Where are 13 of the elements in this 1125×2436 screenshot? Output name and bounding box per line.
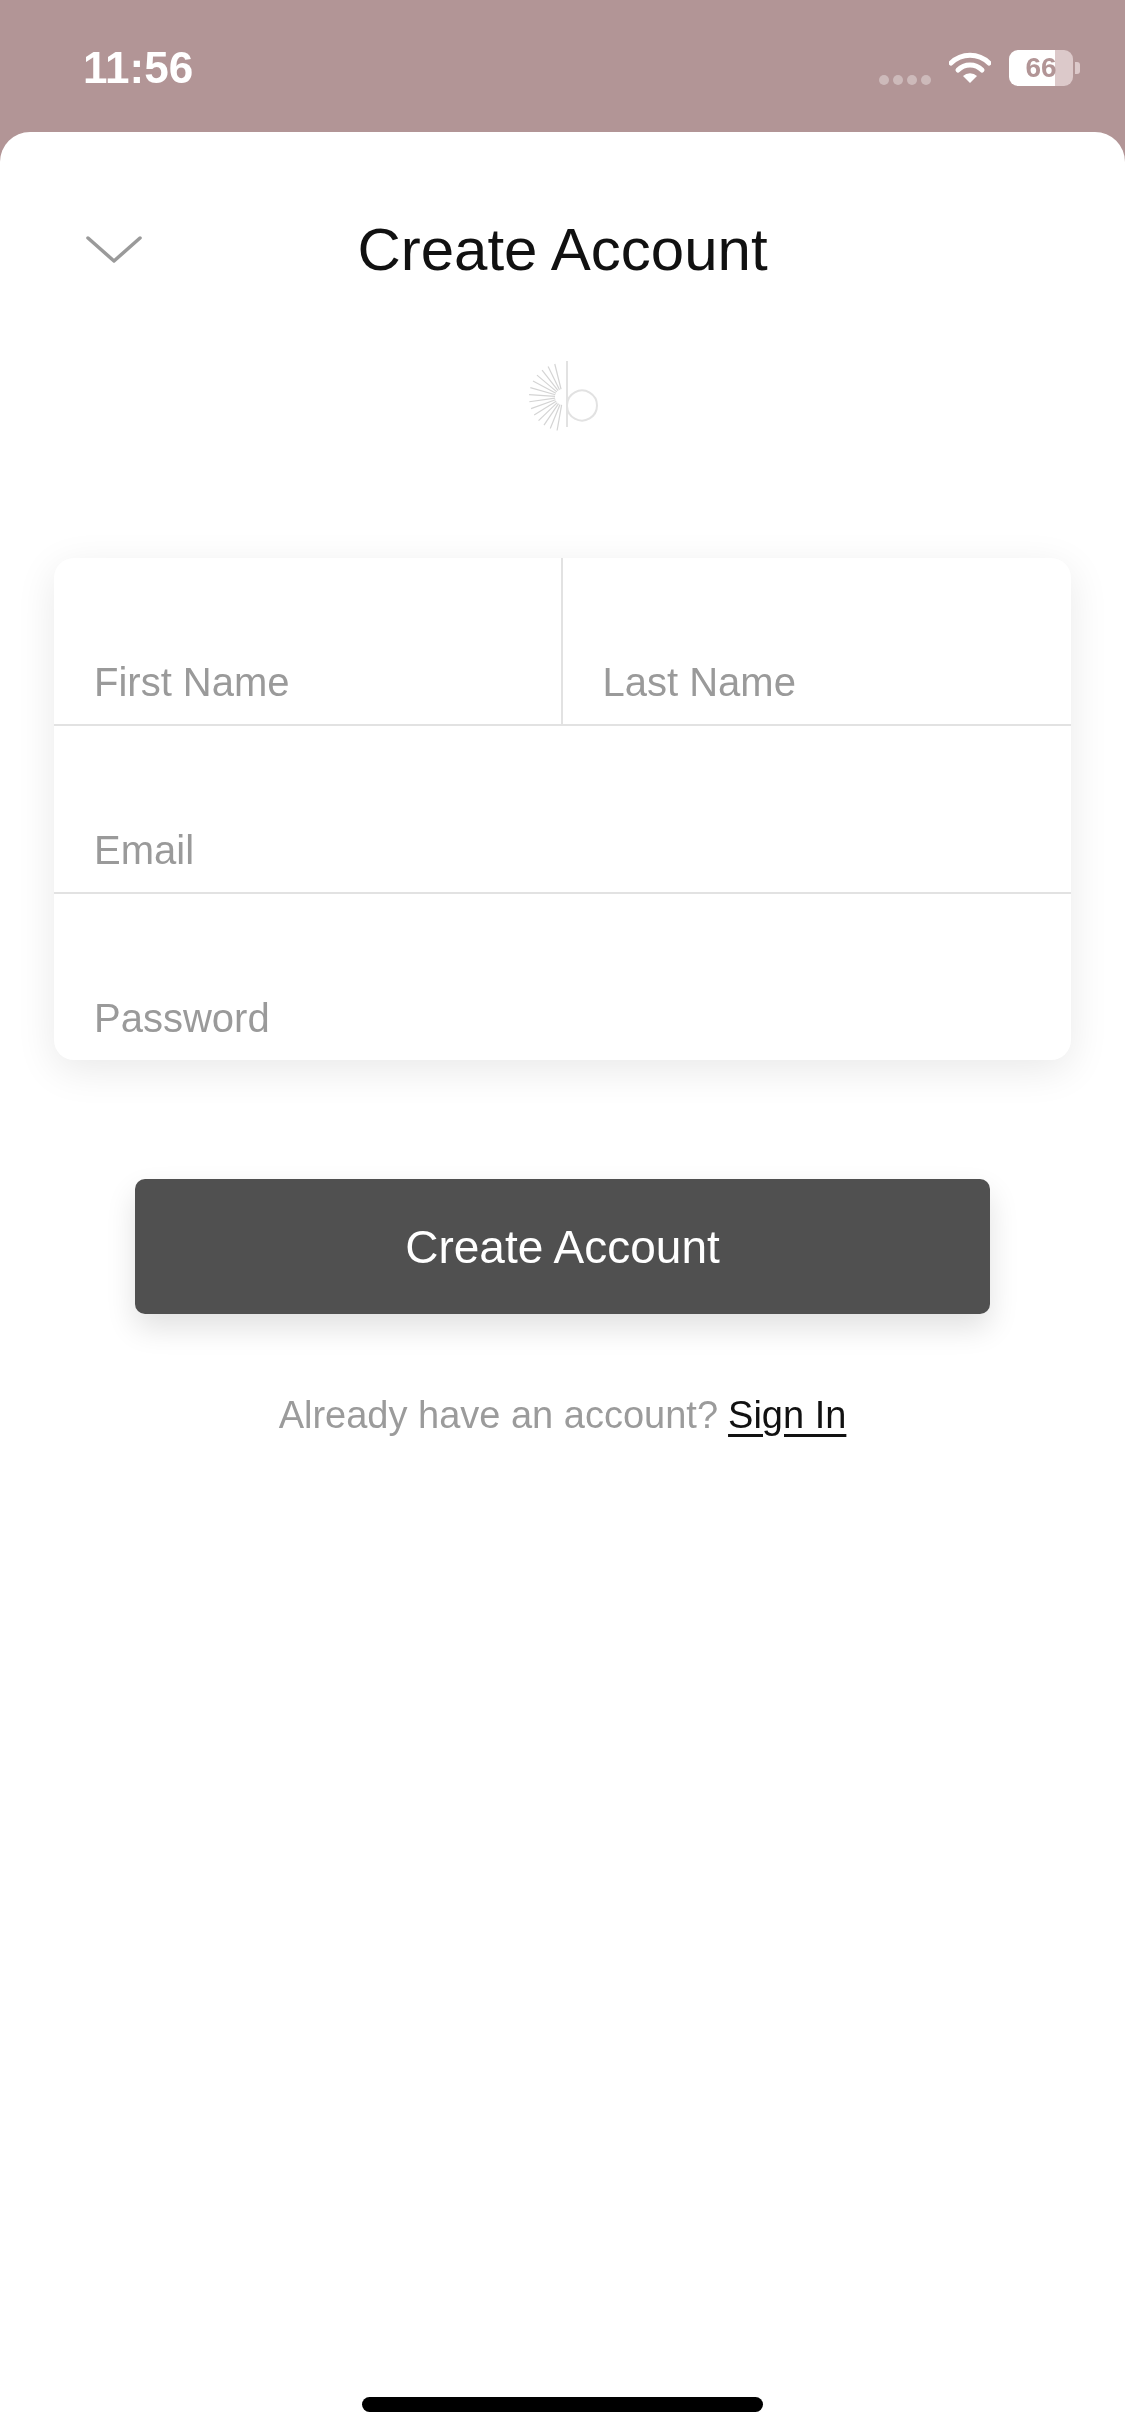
battery-indicator: 66 xyxy=(1009,50,1080,86)
signal-icon xyxy=(879,75,931,85)
input-field[interactable]: Last Name xyxy=(562,558,1071,724)
wifi-icon xyxy=(949,52,991,84)
input-field[interactable]: Email xyxy=(54,726,1071,892)
status-time: 11:56 xyxy=(83,44,194,92)
input-field[interactable]: Password xyxy=(54,894,1071,1060)
create-account-button[interactable]: Create Account xyxy=(135,1179,990,1314)
input-field[interactable]: First Name xyxy=(54,558,563,724)
page-title: Create Account xyxy=(357,215,768,285)
sign-in-link[interactable]: Sign In xyxy=(728,1392,847,1438)
chevron-down-icon[interactable] xyxy=(86,236,142,264)
sign-in-prompt: Already have an account? xyxy=(278,1393,719,1438)
